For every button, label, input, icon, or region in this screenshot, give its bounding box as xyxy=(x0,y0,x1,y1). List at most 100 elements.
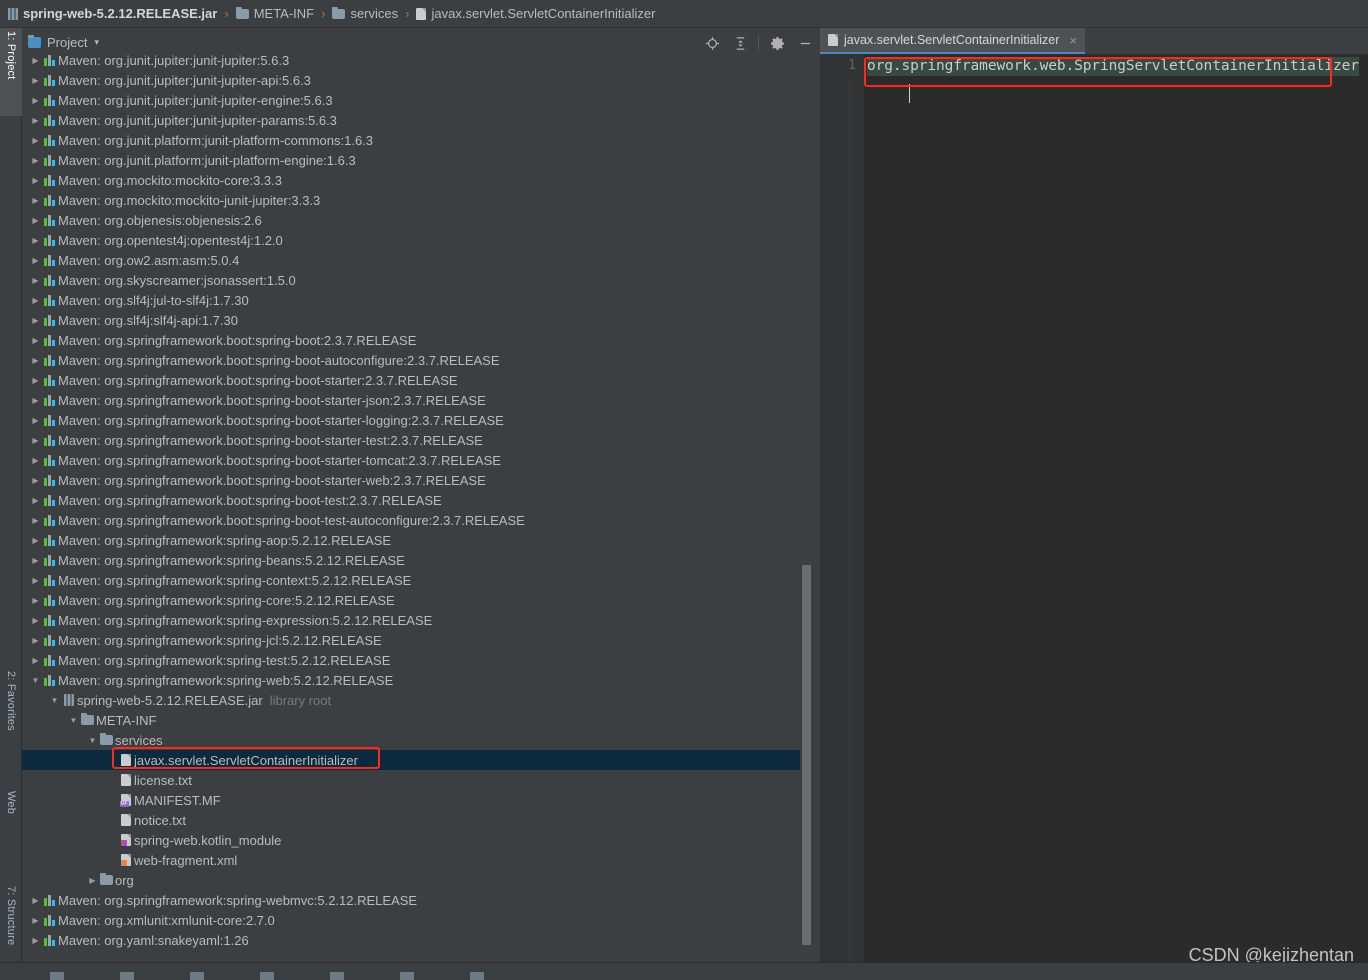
chevron-down-icon[interactable]: ▼ xyxy=(49,696,60,705)
chevron-right-icon[interactable]: ▶ xyxy=(30,56,41,65)
chevron-right-icon[interactable]: ▶ xyxy=(87,876,98,885)
chevron-right-icon[interactable]: ▶ xyxy=(30,396,41,405)
breadcrumb-item-0[interactable]: spring-web-5.2.12.RELEASE.jar xyxy=(8,6,217,21)
tree-row[interactable]: ▶ Maven: org.springframework.boot:spring-… xyxy=(22,450,820,470)
chevron-right-icon[interactable]: ▶ xyxy=(30,576,41,585)
chevron-right-icon[interactable]: ▶ xyxy=(30,176,41,185)
editor-tab[interactable]: javax.servlet.ServletContainerInitialize… xyxy=(820,28,1085,54)
debug-icon[interactable] xyxy=(260,972,274,980)
tree-row[interactable]: spring-web.kotlin_module xyxy=(22,830,820,850)
tree-row[interactable]: ▶ org xyxy=(22,870,820,890)
tree-row[interactable]: ▼ services xyxy=(22,730,820,750)
tree-row[interactable]: ▶ Maven: org.junit.jupiter:junit-jupiter-… xyxy=(22,110,820,130)
chevron-right-icon[interactable]: ▶ xyxy=(30,496,41,505)
tool-window-tab-project[interactable]: 1: Project xyxy=(0,28,22,116)
tree-row[interactable]: ▶ Maven: org.skyscreamer:jsonassert:1.5.0 xyxy=(22,270,820,290)
tree-row[interactable]: ▶ Maven: org.springframework.boot:spring-… xyxy=(22,490,820,510)
tree-row[interactable]: ▶ Maven: org.springframework.boot:spring-… xyxy=(22,510,820,530)
chevron-right-icon[interactable]: ▶ xyxy=(30,556,41,565)
tool-window-tab-web[interactable]: Web xyxy=(0,788,22,827)
chevron-right-icon[interactable]: ▶ xyxy=(30,516,41,525)
tree-row[interactable]: ▼ spring-web-5.2.12.RELEASE.jar library ro… xyxy=(22,690,820,710)
tree-row[interactable]: ▶ Maven: org.springframework:spring-beans… xyxy=(22,550,820,570)
tree-row[interactable]: ▶ Maven: org.junit.jupiter:junit-jupiter:… xyxy=(22,50,820,70)
tree-row[interactable]: ▶ Maven: org.slf4j:jul-to-slf4j:1.7.30 xyxy=(22,290,820,310)
tree-row[interactable]: ▶ Maven: org.mockito:mockito-junit-jupite… xyxy=(22,190,820,210)
chevron-right-icon[interactable]: ▶ xyxy=(30,276,41,285)
tree-row[interactable]: ▶ Maven: org.springframework.boot:spring-… xyxy=(22,330,820,350)
chevron-right-icon[interactable]: ▶ xyxy=(30,196,41,205)
chevron-right-icon[interactable]: ▶ xyxy=(30,116,41,125)
tree-row[interactable]: ▶ Maven: org.slf4j:slf4j-api:1.7.30 xyxy=(22,310,820,330)
chevron-down-icon[interactable]: ▾ xyxy=(94,37,99,48)
chevron-down-icon[interactable]: ▼ xyxy=(87,736,98,745)
chevron-right-icon[interactable]: ▶ xyxy=(30,456,41,465)
chevron-right-icon[interactable]: ▶ xyxy=(30,336,41,345)
tree-row[interactable]: ▶ Maven: org.springframework:spring-conte… xyxy=(22,570,820,590)
chevron-right-icon[interactable]: ▶ xyxy=(30,656,41,665)
tree-row[interactable]: ▶ Maven: org.junit.platform:junit-platfor… xyxy=(22,150,820,170)
run-icon[interactable] xyxy=(190,972,204,980)
tree-row[interactable]: ▶ Maven: org.springframework.boot:spring-… xyxy=(22,430,820,450)
chevron-right-icon[interactable]: ▶ xyxy=(30,256,41,265)
chevron-right-icon[interactable]: ▶ xyxy=(30,436,41,445)
close-icon[interactable]: × xyxy=(1069,33,1077,48)
breadcrumb-item-1[interactable]: META-INF xyxy=(235,6,314,21)
tree-row[interactable]: web-fragment.xml xyxy=(22,850,820,870)
tree-row[interactable]: license.txt xyxy=(22,770,820,790)
terminal-icon[interactable] xyxy=(50,972,64,980)
tree-scrollbar-thumb[interactable] xyxy=(802,565,811,945)
tree-row[interactable]: ▶ Maven: org.springframework:spring-webmv… xyxy=(22,890,820,910)
git-icon[interactable] xyxy=(400,972,414,980)
tree-row[interactable]: ▶ Maven: org.springframework.boot:spring-… xyxy=(22,410,820,430)
tree-row[interactable]: ▶ Maven: org.yaml:snakeyaml:1.26 xyxy=(22,930,820,950)
tree-row[interactable]: ▶ Maven: org.junit.platform:junit-platfor… xyxy=(22,130,820,150)
tool-window-tab-favorites[interactable]: 2: Favorites xyxy=(0,668,22,770)
tree-row[interactable]: ▼ META-INF xyxy=(22,710,820,730)
chevron-right-icon[interactable]: ▶ xyxy=(30,356,41,365)
chevron-right-icon[interactable]: ▶ xyxy=(30,156,41,165)
tree-row[interactable]: ▶ Maven: org.springframework:spring-core:… xyxy=(22,590,820,610)
chevron-right-icon[interactable]: ▶ xyxy=(30,896,41,905)
breadcrumb-item-3[interactable]: javax.servlet.ServletContainerInitialize… xyxy=(416,6,655,21)
tree-row[interactable]: ▶ Maven: org.ow2.asm:asm:5.0.4 xyxy=(22,250,820,270)
chevron-right-icon[interactable]: ▶ xyxy=(30,216,41,225)
problems-icon[interactable] xyxy=(470,972,484,980)
tree-row[interactable]: notice.txt xyxy=(22,810,820,830)
tree-row[interactable]: ▶ Maven: org.opentest4j:opentest4j:1.2.0 xyxy=(22,230,820,250)
tree-row[interactable]: ▶ Maven: org.springframework.boot:spring-… xyxy=(22,470,820,490)
tree-row[interactable]: ▶ Maven: org.mockito:mockito-core:3.3.3 xyxy=(22,170,820,190)
tree-row-selected[interactable]: javax.servlet.ServletContainerInitialize… xyxy=(22,750,820,770)
chevron-right-icon[interactable]: ▶ xyxy=(30,76,41,85)
tree-row[interactable]: ▶ Maven: org.springframework:spring-aop:5… xyxy=(22,530,820,550)
tree-row[interactable]: ▶ Maven: org.springframework:spring-test:… xyxy=(22,650,820,670)
chevron-right-icon[interactable]: ▶ xyxy=(30,236,41,245)
tree-row[interactable]: ▼ Maven: org.springframework:spring-web:5… xyxy=(22,670,820,690)
breadcrumb-item-2[interactable]: services xyxy=(332,6,398,21)
tree-row[interactable]: ▶ Maven: org.springframework:spring-expre… xyxy=(22,610,820,630)
chevron-right-icon[interactable]: ▶ xyxy=(30,936,41,945)
chevron-right-icon[interactable]: ▶ xyxy=(30,476,41,485)
tree-row[interactable]: ▶ Maven: org.xmlunit:xmlunit-core:2.7.0 xyxy=(22,910,820,930)
chevron-right-icon[interactable]: ▶ xyxy=(30,616,41,625)
chevron-right-icon[interactable]: ▶ xyxy=(30,316,41,325)
tree-row[interactable]: ▶ Maven: org.springframework.boot:spring-… xyxy=(22,370,820,390)
chevron-right-icon[interactable]: ▶ xyxy=(30,96,41,105)
chevron-right-icon[interactable]: ▶ xyxy=(30,536,41,545)
chevron-right-icon[interactable]: ▶ xyxy=(30,916,41,925)
chevron-right-icon[interactable]: ▶ xyxy=(30,376,41,385)
chevron-right-icon[interactable]: ▶ xyxy=(30,596,41,605)
build-icon[interactable] xyxy=(120,972,134,980)
tree-row[interactable]: ▶ Maven: org.springframework.boot:spring-… xyxy=(22,350,820,370)
todo-icon[interactable] xyxy=(330,972,344,980)
tree-row[interactable]: ▶ Maven: org.junit.jupiter:junit-jupiter-… xyxy=(22,70,820,90)
chevron-down-icon[interactable]: ▼ xyxy=(68,716,79,725)
tree-row[interactable]: ▶ Maven: org.springframework.boot:spring-… xyxy=(22,390,820,410)
tree-row[interactable]: ▶ Maven: org.junit.jupiter:junit-jupiter-… xyxy=(22,90,820,110)
chevron-right-icon[interactable]: ▶ xyxy=(30,136,41,145)
tree-row[interactable]: Scratches and Consoles xyxy=(22,950,820,955)
project-tree[interactable]: ▶ Maven: org.junit.jupiter:junit-jupiter:… xyxy=(22,50,820,954)
tree-row[interactable]: ▶ Maven: org.springframework:spring-jcl:5… xyxy=(22,630,820,650)
chevron-right-icon[interactable]: ▶ xyxy=(30,416,41,425)
chevron-down-icon[interactable]: ▼ xyxy=(30,676,41,685)
